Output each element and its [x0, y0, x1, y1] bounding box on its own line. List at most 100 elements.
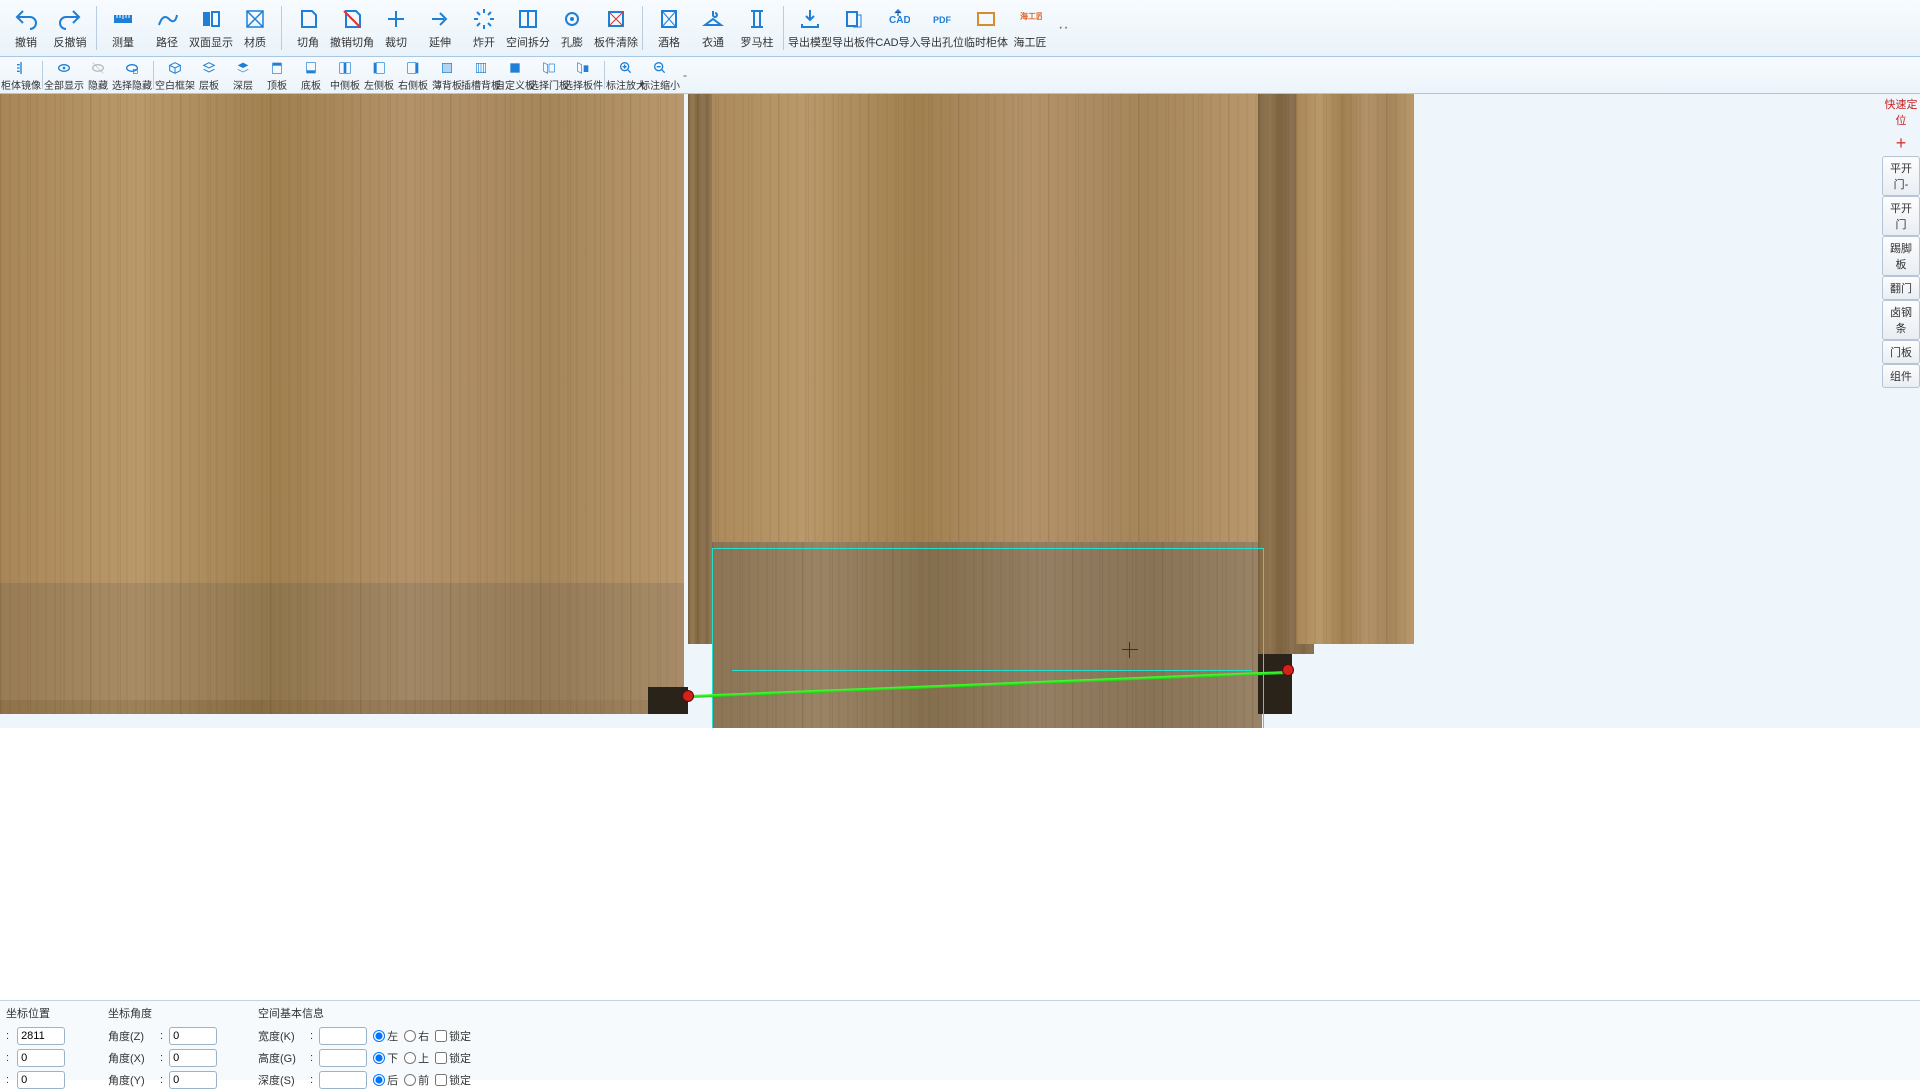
panelconn-button[interactable]: 板件清除	[594, 0, 638, 56]
eyesel-icon	[123, 59, 141, 77]
custpanel-button[interactable]: 自定义板	[498, 57, 532, 93]
radio-up[interactable]: 上	[404, 1050, 429, 1066]
measure-button[interactable]: 测量	[101, 0, 145, 56]
exportpanel-button[interactable]: 导出板件	[832, 0, 876, 56]
slotback-button[interactable]: 插槽背板	[464, 57, 498, 93]
add-icon[interactable]: +	[1882, 134, 1920, 152]
zoomout-button[interactable]: 标注缩小	[643, 57, 677, 93]
showall-button[interactable]: 全部显示	[47, 57, 81, 93]
dual-icon	[198, 6, 224, 32]
slotb-icon	[472, 59, 490, 77]
radio-right[interactable]: 右	[404, 1028, 429, 1044]
selpart-button[interactable]: 选择板件	[566, 57, 600, 93]
romancol-button[interactable]: 罗马柱	[735, 0, 779, 56]
layer-icon	[200, 59, 218, 77]
cut-button[interactable]: 裁切	[374, 0, 418, 56]
pos-x-input[interactable]	[17, 1027, 65, 1045]
svg-text:PDF: PDF	[933, 15, 952, 25]
angle-title: 坐标角度	[108, 1005, 228, 1021]
seldoor-button[interactable]: 选择门板	[532, 57, 566, 93]
undo-icon	[13, 6, 39, 32]
hide-button[interactable]: 隐藏	[81, 57, 115, 93]
radio-left[interactable]: 左	[373, 1028, 398, 1044]
mirror-icon	[12, 59, 30, 77]
box-icon	[166, 59, 184, 77]
cursor-crosshair	[1122, 642, 1138, 658]
ang-z-input[interactable]	[169, 1027, 217, 1045]
seldoor-icon	[540, 59, 558, 77]
side-item-4[interactable]: 卤钢条	[1882, 300, 1920, 340]
explode-button[interactable]: 炸开	[462, 0, 506, 56]
radio-down[interactable]: 下	[373, 1050, 398, 1066]
depth-input[interactable]	[319, 1071, 367, 1089]
exporthole-button[interactable]: PDF导出孔位	[920, 0, 964, 56]
leftside-button[interactable]: 左侧板	[362, 57, 396, 93]
check-lock-w[interactable]: 锁定	[435, 1028, 471, 1044]
rside-icon	[404, 59, 422, 77]
export-icon	[797, 6, 823, 32]
width-input[interactable]	[319, 1027, 367, 1045]
clear-icon	[603, 6, 629, 32]
side-item-5[interactable]: 门板	[1882, 340, 1920, 364]
texture-icon	[242, 6, 268, 32]
rightside-button[interactable]: 右侧板	[396, 57, 430, 93]
layer-button[interactable]: 层板	[192, 57, 226, 93]
eye-icon	[55, 59, 73, 77]
extend-button[interactable]: 延伸	[418, 0, 462, 56]
pos-y-input[interactable]	[17, 1049, 65, 1067]
toppanel-button[interactable]: 顶板	[260, 57, 294, 93]
svg-text:海工匠: 海工匠	[1020, 11, 1042, 21]
path-button[interactable]: 路径	[145, 0, 189, 56]
eyeoff-icon	[89, 59, 107, 77]
cabview-button[interactable]: 柜体镜像	[4, 57, 38, 93]
zoomin-button[interactable]: 标注放大	[609, 57, 643, 93]
dualview-button[interactable]: 双面显示	[189, 0, 233, 56]
tempcab-button[interactable]: 临时柜体	[964, 0, 1008, 56]
endpoint-1	[682, 690, 694, 702]
exportmodel-button[interactable]: 导出模型	[788, 0, 832, 56]
haigj-button[interactable]: 海工匠海工匠	[1008, 0, 1052, 56]
winecab-button[interactable]: 酒格	[647, 0, 691, 56]
material-button[interactable]: 材质	[233, 0, 277, 56]
ang-y-input[interactable]	[169, 1071, 217, 1089]
hole-button[interactable]: 孔膨	[550, 0, 594, 56]
selhide-button[interactable]: 选择隐藏	[115, 57, 149, 93]
viewport-3d[interactable]: 请选择第三个点	[0, 94, 1920, 728]
column-icon	[744, 6, 770, 32]
ang-x-input[interactable]	[169, 1049, 217, 1067]
side-item-2[interactable]: 踢脚板	[1882, 236, 1920, 276]
cadimport-button[interactable]: CADCAD导入	[876, 0, 920, 56]
undochamfer-button[interactable]: 撤销切角	[330, 0, 374, 56]
pos-z-input[interactable]	[17, 1071, 65, 1089]
check-lock-h[interactable]: 锁定	[435, 1050, 471, 1066]
deeplayer-button[interactable]: 深层	[226, 57, 260, 93]
quick-locate-panel: 快速定位 + 平开门-平开门踢脚板翻门卤钢条门板组件	[1882, 94, 1920, 388]
path-icon	[154, 6, 180, 32]
side-item-1[interactable]: 平开门	[1882, 196, 1920, 236]
midside-button[interactable]: 中侧板	[328, 57, 362, 93]
bottom-icon	[302, 59, 320, 77]
hole-icon	[559, 6, 585, 32]
selpart-icon	[574, 59, 592, 77]
radio-back[interactable]: 后	[373, 1072, 398, 1088]
undo-button[interactable]: 撤销	[4, 0, 48, 56]
cut-icon	[383, 6, 409, 32]
holeexp-icon: PDF	[929, 6, 955, 32]
side-item-3[interactable]: 翻门	[1882, 276, 1920, 300]
spaceframe-button[interactable]: 空白框架	[158, 57, 192, 93]
midside-icon	[336, 59, 354, 77]
bottompanel-button[interactable]: 底板	[294, 57, 328, 93]
secondary-toolbar: 柜体镜像全部显示隐藏选择隐藏空白框架层板深层顶板底板中侧板左侧板右侧板薄背板插槽…	[0, 57, 1920, 94]
side-item-0[interactable]: 平开门-	[1882, 156, 1920, 196]
lside-icon	[370, 59, 388, 77]
redo-button[interactable]: 反撤销	[48, 0, 92, 56]
side-item-6[interactable]: 组件	[1882, 364, 1920, 388]
height-input[interactable]	[319, 1049, 367, 1067]
radio-front[interactable]: 前	[404, 1072, 429, 1088]
spacesplit-button[interactable]: 空间拆分	[506, 0, 550, 56]
wardrobe-button[interactable]: 衣通	[691, 0, 735, 56]
thinback-button[interactable]: 薄背板	[430, 57, 464, 93]
chamfer-button[interactable]: 切角	[286, 0, 330, 56]
unchamfer-icon	[339, 6, 365, 32]
check-lock-d[interactable]: 锁定	[435, 1072, 471, 1088]
